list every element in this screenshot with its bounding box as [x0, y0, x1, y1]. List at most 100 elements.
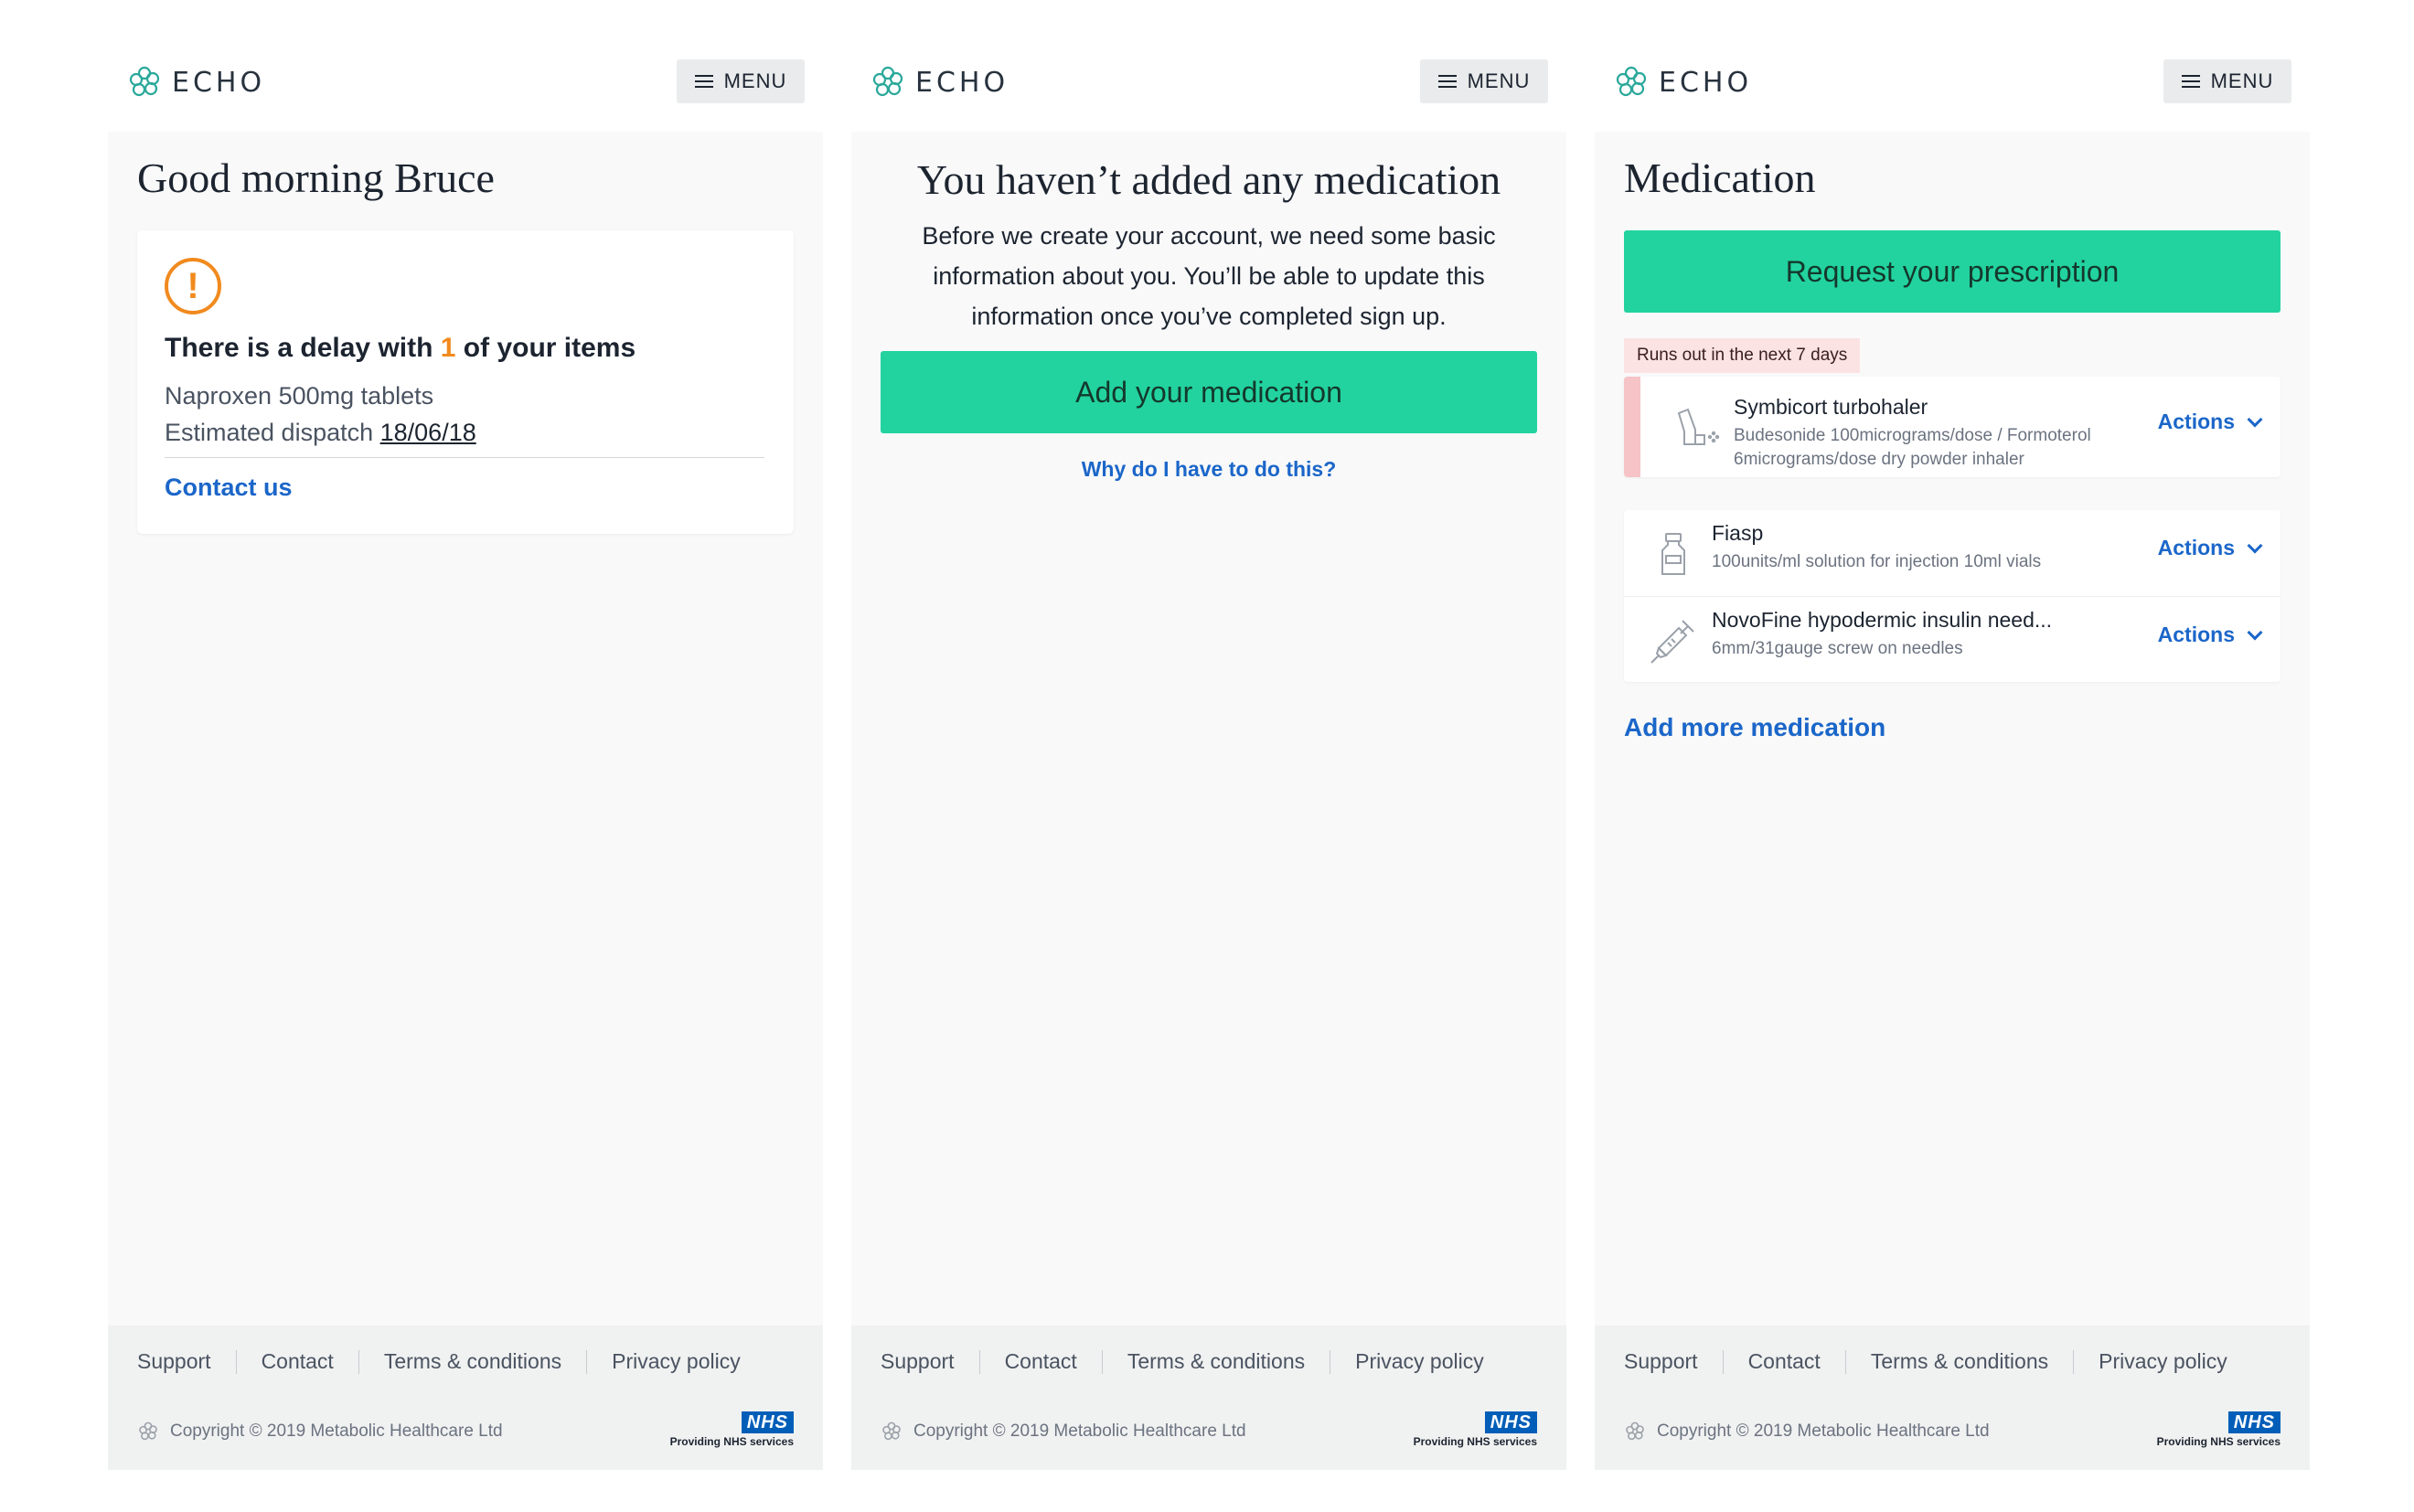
nhs-logo: NHS	[2227, 1411, 2280, 1433]
menu-button[interactable]: MENU	[1420, 59, 1548, 103]
divider	[1844, 1349, 1846, 1374]
footer-link-terms[interactable]: Terms & conditions	[1127, 1349, 1305, 1374]
divider	[1722, 1349, 1724, 1374]
hamburger-icon	[1437, 75, 1457, 88]
alert-title-suffix: of your items	[455, 333, 636, 363]
page-title: You haven’t added any medication	[916, 156, 1501, 203]
footer-link-contact[interactable]: Contact	[262, 1349, 334, 1374]
divider	[235, 1349, 237, 1374]
footer-link-terms[interactable]: Terms & conditions	[1871, 1349, 2048, 1374]
delay-alert-card: ! There is a delay with 1 of your items …	[137, 230, 794, 534]
request-prescription-button[interactable]: Request your prescription	[1624, 230, 2280, 313]
medication-description: 100units/ml solution for injection 10ml …	[1712, 552, 2042, 571]
chevron-down-icon	[2247, 411, 2263, 427]
echo-logo[interactable]: ECHO	[126, 62, 265, 102]
copyright-text: Copyright © 2019 Metabolic Healthcare Lt…	[1657, 1421, 1990, 1441]
alert-title: There is a delay with 1 of your items	[165, 333, 636, 364]
main-content: Medication Request your prescription Run…	[1595, 132, 2310, 1326]
copyright-text: Copyright © 2019 Metabolic Healthcare Lt…	[913, 1421, 1246, 1441]
chevron-down-icon	[2247, 538, 2263, 553]
actions-label: Actions	[2157, 623, 2235, 646]
footer-links: Support Contact Terms & conditions Priva…	[1624, 1349, 2227, 1374]
logo-text: ECHO	[1659, 66, 1753, 99]
urgent-medication-card: Symbicort turbohaler Budesonide 100micro…	[1624, 377, 2280, 477]
divider	[1101, 1349, 1103, 1374]
divider	[2073, 1349, 2075, 1374]
delayed-item-name: Naproxen 500mg tablets	[165, 382, 434, 410]
logo-text: ECHO	[915, 66, 1009, 99]
page-title: Medication	[1624, 154, 1816, 201]
why-link[interactable]: Why do I have to do this?	[851, 457, 1566, 482]
dispatch-estimate: Estimated dispatch 18/06/18	[165, 419, 476, 447]
divider	[165, 457, 764, 458]
footer-link-terms[interactable]: Terms & conditions	[384, 1349, 561, 1374]
alert-count: 1	[440, 333, 456, 363]
dispatch-label: Estimated dispatch	[165, 419, 380, 446]
actions-label: Actions	[2157, 410, 2235, 433]
actions-dropdown[interactable]: Actions	[2157, 536, 2263, 560]
main-content: Good morning Bruce ! There is a delay wi…	[108, 132, 823, 1326]
add-medication-button[interactable]: Add your medication	[881, 351, 1537, 433]
divider	[586, 1349, 588, 1374]
medication-row[interactable]: Fiasp 100units/ml solution for injection…	[1624, 510, 2280, 596]
nhs-badge: NHS Providing NHS services	[1414, 1411, 1537, 1448]
runs-out-badge: Runs out in the next 7 days	[1624, 338, 1861, 373]
echo-mark-icon	[882, 1421, 901, 1441]
footer-link-contact[interactable]: Contact	[1005, 1349, 1077, 1374]
hamburger-icon	[2181, 75, 2200, 88]
nhs-logo: NHS	[1484, 1411, 1537, 1433]
footer-links: Support Contact Terms & conditions Priva…	[881, 1349, 1484, 1374]
menu-button[interactable]: MENU	[677, 59, 805, 103]
alert-title-prefix: There is a delay with	[165, 333, 441, 363]
footer-link-support[interactable]: Support	[137, 1349, 211, 1374]
footer-link-privacy[interactable]: Privacy policy	[2099, 1349, 2227, 1374]
medication-row[interactable]: Symbicort turbohaler Budesonide 100micro…	[1624, 384, 2280, 470]
nhs-text: Providing NHS services	[2156, 1435, 2280, 1448]
nhs-badge: NHS Providing NHS services	[670, 1411, 794, 1448]
actions-dropdown[interactable]: Actions	[2157, 623, 2263, 647]
hamburger-icon	[694, 75, 713, 88]
echo-logo-icon	[872, 66, 903, 97]
footer-link-support[interactable]: Support	[1624, 1349, 1698, 1374]
page-title: Good morning Bruce	[137, 154, 495, 201]
menu-button[interactable]: MENU	[2163, 59, 2291, 103]
medication-card: Fiasp 100units/ml solution for injection…	[1624, 510, 2280, 682]
echo-mark-icon	[139, 1421, 157, 1441]
copyright: Copyright © 2019 Metabolic Healthcare Lt…	[137, 1421, 503, 1443]
dispatch-date: 18/06/18	[379, 419, 476, 446]
footer-link-contact[interactable]: Contact	[1748, 1349, 1821, 1374]
footer-link-support[interactable]: Support	[881, 1349, 955, 1374]
medication-name: NovoFine hypodermic insulin need...	[1712, 608, 2053, 632]
echo-mark-icon	[1626, 1421, 1644, 1441]
menu-label: MENU	[1467, 69, 1531, 92]
footer-links: Support Contact Terms & conditions Priva…	[137, 1349, 741, 1374]
contact-us-link[interactable]: Contact us	[165, 474, 293, 502]
echo-logo[interactable]: ECHO	[1613, 62, 1752, 102]
add-more-medication-link[interactable]: Add more medication	[1624, 713, 1885, 742]
top-bar: ECHO MENU	[1595, 44, 2310, 132]
footer-link-privacy[interactable]: Privacy policy	[612, 1349, 741, 1374]
medication-row[interactable]: NovoFine hypodermic insulin need... 6mm/…	[1624, 596, 2280, 682]
chevron-down-icon	[2247, 624, 2263, 640]
syringe-icon	[1650, 620, 1694, 664]
echo-logo[interactable]: ECHO	[870, 62, 1009, 102]
echo-logo-icon	[1616, 66, 1647, 97]
top-bar: ECHO MENU	[108, 44, 823, 132]
screen-dashboard: ECHO MENU Good morning Bruce ! There is …	[108, 44, 823, 1470]
copyright: Copyright © 2019 Metabolic Healthcare Lt…	[1624, 1421, 1990, 1443]
divider	[358, 1349, 359, 1374]
screen-medication-list: ECHO MENU Medication Request your prescr…	[1595, 44, 2310, 1470]
actions-dropdown[interactable]: Actions	[2157, 410, 2263, 434]
logo-text: ECHO	[172, 66, 266, 99]
medication-description: 6mm/31gauge screw on needles	[1712, 639, 1963, 658]
footer: Support Contact Terms & conditions Priva…	[851, 1326, 1566, 1470]
actions-label: Actions	[2157, 536, 2235, 559]
divider	[978, 1349, 980, 1374]
nhs-text: Providing NHS services	[669, 1435, 794, 1448]
footer-link-privacy[interactable]: Privacy policy	[1355, 1349, 1484, 1374]
medication-name: Fiasp	[1712, 521, 1764, 545]
intro-text: Before we create your account, we need s…	[922, 222, 1496, 330]
screen-empty-medication: ECHO MENU You haven’t added any medicati…	[851, 44, 1566, 1470]
vial-icon	[1661, 533, 1685, 575]
footer: Support Contact Terms & conditions Priva…	[108, 1326, 823, 1470]
